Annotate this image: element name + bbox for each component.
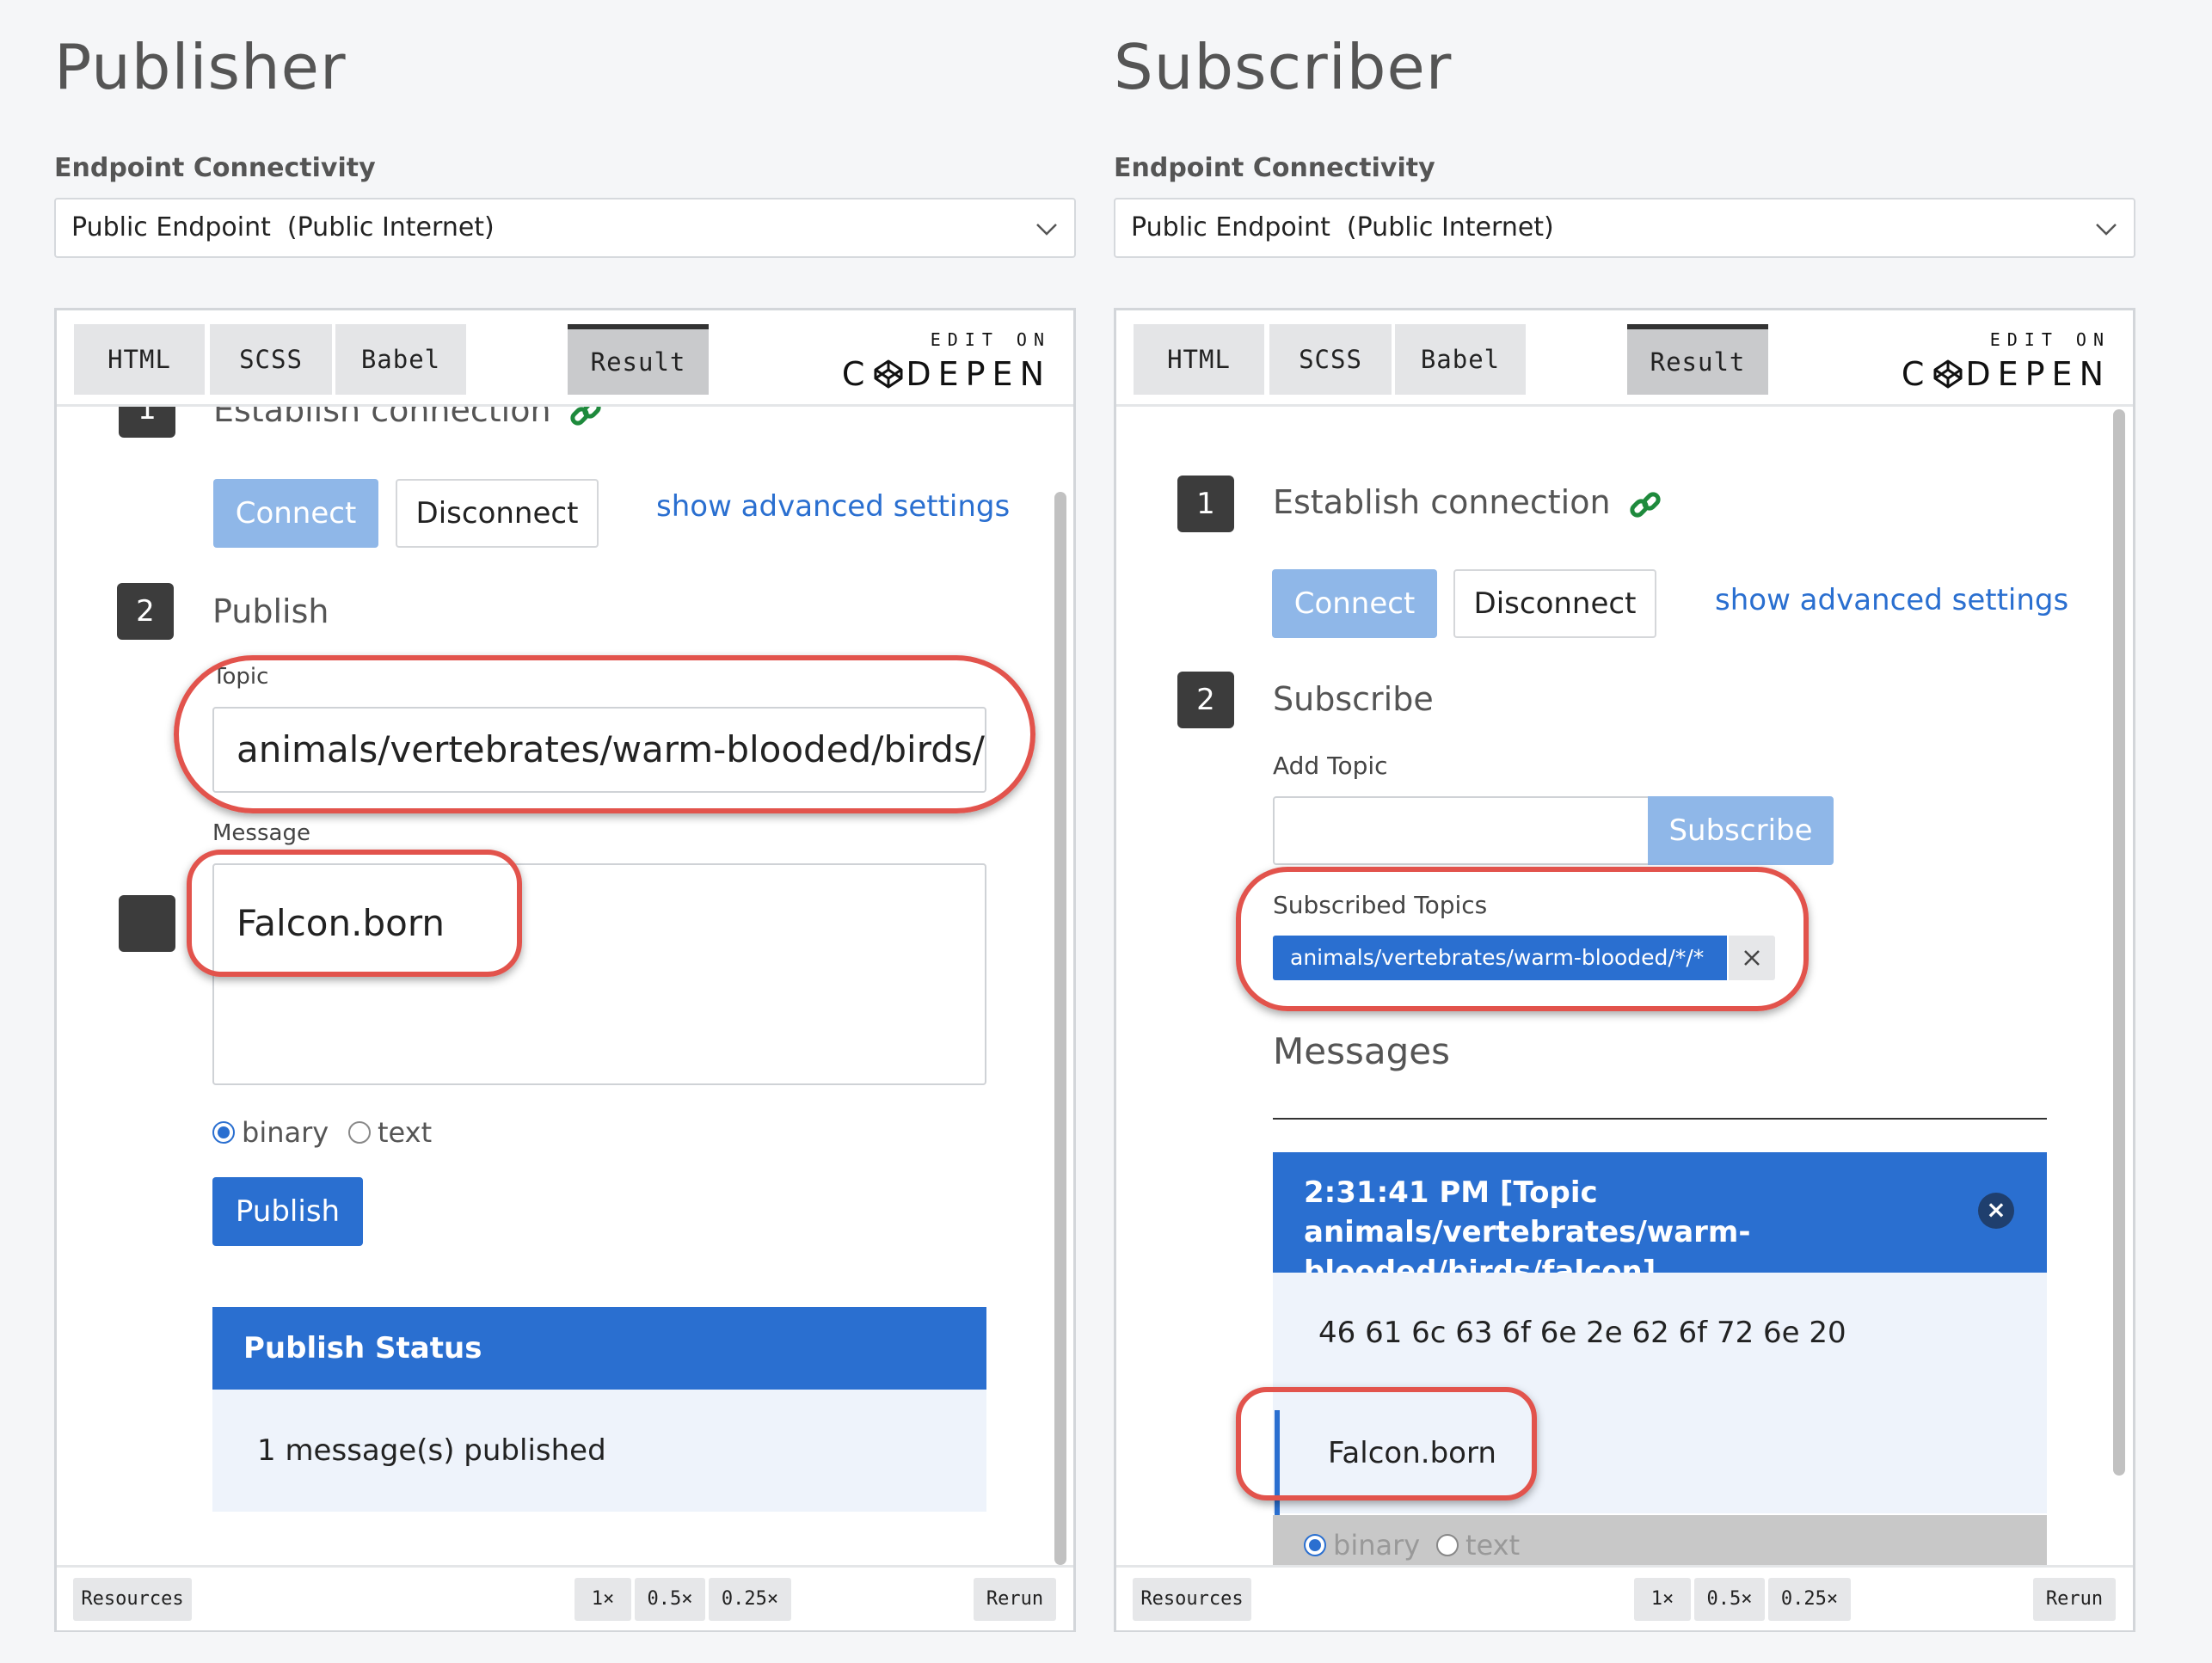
publisher-codepen-footer: Resources 1× 0.5× 0.25× Rerun <box>57 1565 1073 1630</box>
tab-babel[interactable]: Babel <box>335 324 466 395</box>
tab-result[interactable]: Result <box>568 324 709 395</box>
subscriber-codepen-footer: Resources 1× 0.5× 0.25× Rerun <box>1116 1565 2133 1630</box>
tab-babel[interactable]: Babel <box>1395 324 1526 395</box>
tab-scss[interactable]: SCSS <box>210 324 332 395</box>
endpoint-label: Endpoint Connectivity <box>1114 153 1435 183</box>
codepen-logo: C DEPEN <box>1902 355 2111 393</box>
zoom-1x-button[interactable]: 1× <box>575 1578 631 1621</box>
endpoint-label: Endpoint Connectivity <box>54 153 376 183</box>
subscriber-scrollbar[interactable] <box>2113 409 2125 1476</box>
zoom-025x-button[interactable]: 0.25× <box>709 1578 791 1621</box>
endpoint-select[interactable]: Public Endpoint (Public Internet) <box>54 198 1076 258</box>
endpoint-select-value: Public Endpoint (Public Internet) <box>1131 212 1554 242</box>
zoom-05x-button[interactable]: 0.5× <box>635 1578 705 1621</box>
rerun-button[interactable]: Rerun <box>974 1578 1056 1621</box>
codepen-cube-icon <box>1933 359 1963 389</box>
codepen-cube-icon <box>874 359 903 389</box>
connect-button[interactable]: Connect <box>213 479 378 548</box>
edit-on-codepen-link[interactable]: EDIT ON C DEPEN <box>1902 329 2111 393</box>
codepen-toolbar: HTML SCSS Babel Result EDIT ON C DEPEN <box>57 310 1073 407</box>
zoom-025x-button[interactable]: 0.25× <box>1768 1578 1851 1621</box>
codepen-embed: HTML SCSS Babel Result EDIT ON C DEPEN 1… <box>54 308 1076 1632</box>
codepen-logo-left: C <box>841 355 872 393</box>
disconnect-button[interactable]: Disconnect <box>396 479 599 548</box>
codepen-logo-right: DEPEN <box>906 355 1051 393</box>
resources-button[interactable]: Resources <box>1133 1578 1251 1621</box>
tab-html[interactable]: HTML <box>1134 324 1264 395</box>
tab-html[interactable]: HTML <box>74 324 205 395</box>
advanced-settings-link[interactable]: show advanced settings <box>656 489 1010 524</box>
codepen-embed: HTML SCSS Babel Result EDIT ON C DEPEN <box>1114 308 2135 1632</box>
publisher-column: Publisher Endpoint Connectivity Public E… <box>54 0 1078 1663</box>
step-1-badge: 1 <box>119 407 175 438</box>
resources-button[interactable]: Resources <box>73 1578 192 1621</box>
link-icon <box>570 407 601 426</box>
step-1-title: Establish connection <box>213 407 603 430</box>
publisher-scrollbar[interactable] <box>1054 492 1066 1565</box>
chevron-down-icon <box>2096 224 2117 236</box>
codepen-toolbar: HTML SCSS Babel Result EDIT ON C DEPEN <box>1116 310 2133 407</box>
edit-on-label: EDIT ON <box>1989 329 2111 350</box>
endpoint-select[interactable]: Public Endpoint (Public Internet) <box>1114 198 2135 258</box>
edit-on-codepen-link[interactable]: EDIT ON C DEPEN <box>842 329 1051 393</box>
subscriber-title: Subscriber <box>1114 31 1453 103</box>
tab-scss[interactable]: SCSS <box>1269 324 1392 395</box>
endpoint-select-value: Public Endpoint (Public Internet) <box>71 212 495 242</box>
zoom-1x-button[interactable]: 1× <box>1634 1578 1691 1621</box>
step-2-badge <box>119 895 175 952</box>
result-pane: 1 Establish connection Connect Disconnec… <box>57 407 1073 1569</box>
publisher-title: Publisher <box>54 31 347 103</box>
tab-result[interactable]: Result <box>1627 324 1768 395</box>
codepen-logo-right: DEPEN <box>1965 355 2111 393</box>
edit-on-label: EDIT ON <box>930 329 1051 350</box>
chevron-down-icon <box>1036 224 1057 236</box>
subscriber-column: Subscriber Endpoint Connectivity Public … <box>1114 0 2137 1663</box>
zoom-05x-button[interactable]: 0.5× <box>1694 1578 1765 1621</box>
rerun-button[interactable]: Rerun <box>2033 1578 2116 1621</box>
codepen-logo-left: C <box>1901 355 1932 393</box>
codepen-logo: C DEPEN <box>842 355 1051 393</box>
step-1-title-text: Establish connection <box>213 407 551 429</box>
